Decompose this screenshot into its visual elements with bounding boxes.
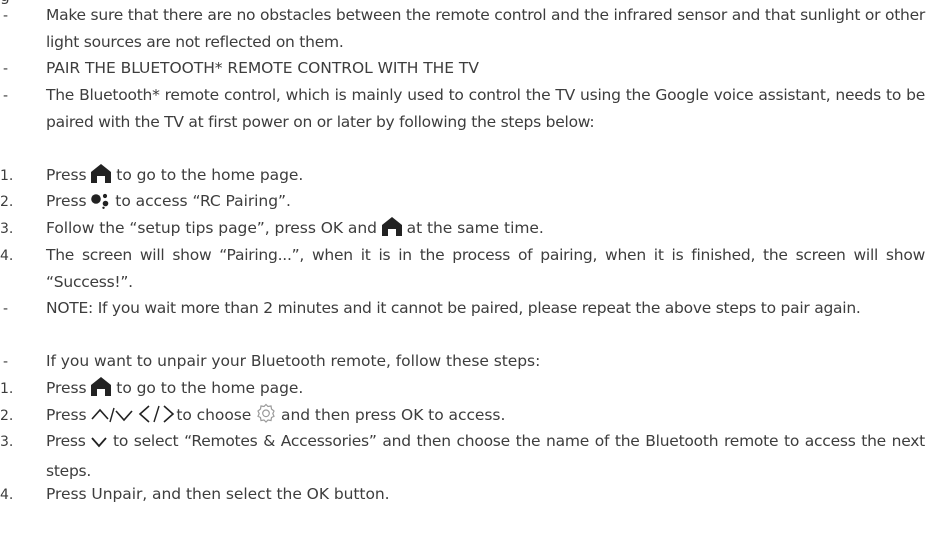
bullet-dash: - [3,301,9,317]
item-text: Press to go to the home page. [46,375,925,405]
text-segment: Press Unpair, and then select the OK but… [46,485,390,503]
text-segment: to go to the home page. [111,379,304,397]
text-segment: to access “RC Pairing”. [110,192,291,210]
google-assistant-icon [91,191,110,218]
item-text: If you want to unpair your Bluetooth rem… [46,348,925,375]
step-number: 3. [0,221,14,237]
item-text: NOTE: If you wait more than 2 minutes an… [46,295,925,322]
home-icon [381,217,402,245]
step-number: 2. [0,194,14,210]
item-text: The screen will show “Pairing...”, when … [46,242,925,295]
text-segment: to choose [176,406,257,424]
step-number: 2. [0,408,14,424]
text-segment: Press [46,379,92,397]
text-segment: and then press OK to access. [276,406,506,424]
bullet-dash: - [3,61,9,77]
text-segment: Press [46,192,92,210]
item-text: The Bluetooth* remote control, which is … [46,82,925,135]
text-segment: to go to the home page. [111,166,304,184]
step-number: 3. [0,434,14,450]
text-segment: The screen will show “Pairing...”, when … [46,246,925,291]
item-text: Follow the “setup tips page”, press OK a… [46,215,925,245]
text-segment: Press [46,432,92,450]
text-segment: Make sure that there are no obstacles be… [46,6,925,51]
step-number: 4. [0,248,14,264]
down-arrow-icon [91,431,107,458]
home-icon [91,377,112,405]
text-segment: Press [46,406,92,424]
item-text: Press to select “Remotes & Accessories” … [46,428,925,484]
text-segment: Follow the “setup tips page”, press OK a… [46,219,382,237]
item-text: Make sure that there are no obstacles be… [46,2,925,55]
text-segment: Press [46,166,92,184]
item-text: Press to access “RC Pairing”. [46,188,925,218]
item-text: Press Unpair, and then select the OK but… [46,481,925,508]
step-number: 4. [0,487,14,503]
text-segment: The Bluetooth* remote control, which is … [46,86,925,131]
text-segment: If you want to unpair your Bluetooth rem… [46,352,541,370]
text-segment: at the same time. [401,219,544,237]
text-segment: NOTE: If you wait more than 2 minutes an… [46,299,861,317]
bullet-dash: - [3,354,9,370]
step-number: 1. [0,381,14,397]
manual-page: g -Make sure that there are no obstacles… [0,0,933,558]
text-segment: to select “Remotes & Accessories” and th… [46,432,925,480]
text-segment: PAIR THE BLUETOOTH* REMOTE CONTROL WITH … [46,59,479,77]
item-text: PAIR THE BLUETOOTH* REMOTE CONTROL WITH … [46,55,925,82]
step-number: 1. [0,168,14,184]
bullet-dash: - [3,8,9,24]
bullet-dash: - [3,88,9,104]
